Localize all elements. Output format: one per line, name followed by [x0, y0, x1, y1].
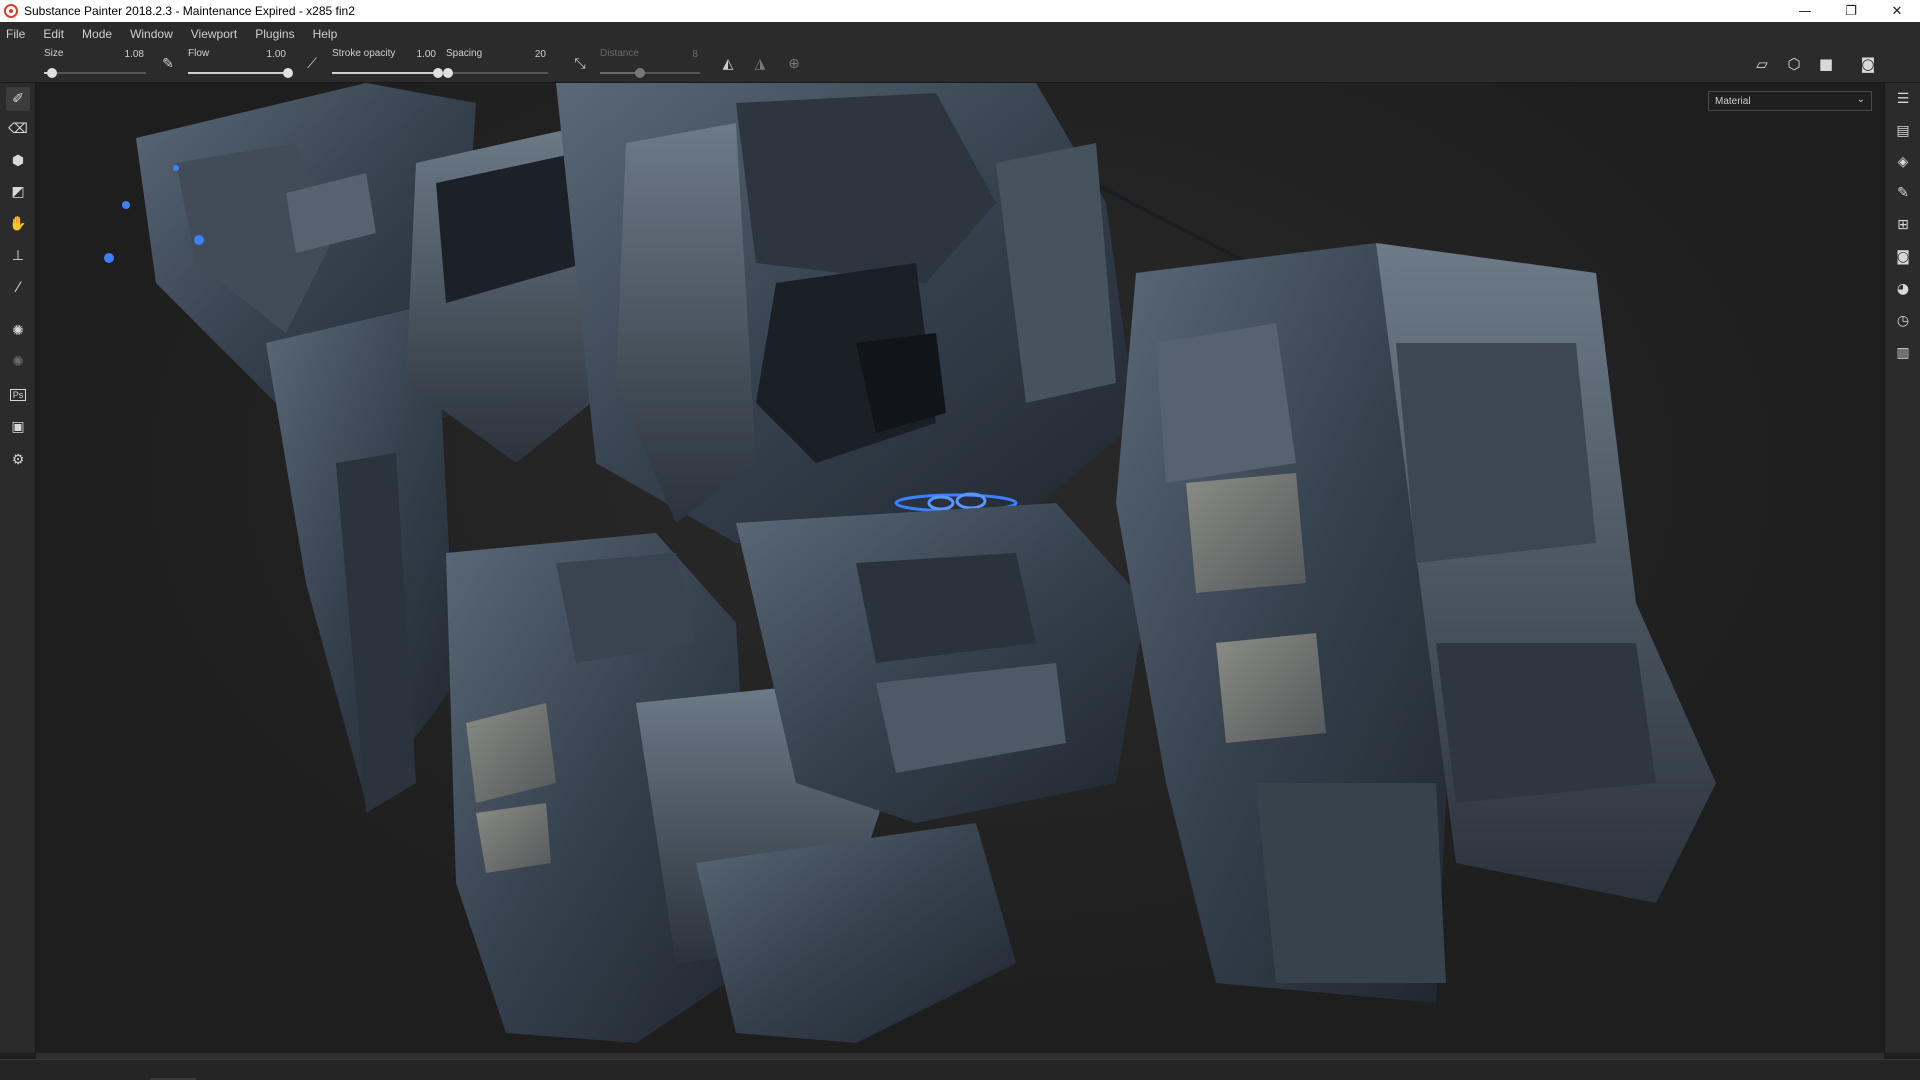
right-leg-part — [1116, 243, 1716, 1003]
flow-label: Flow — [188, 48, 210, 59]
viewport-2d-icon[interactable]: ▱ — [1750, 52, 1774, 76]
texture-set-icon[interactable]: ▤ — [1891, 119, 1915, 143]
flow-track[interactable] — [188, 68, 293, 78]
3d-viewport[interactable]: Material ⌄ — [36, 83, 1884, 1053]
menu-plugins[interactable]: Plugins — [255, 27, 294, 41]
restore-button[interactable]: ❐ — [1828, 0, 1874, 22]
photoshop-export-icon[interactable]: Ps — [6, 383, 30, 407]
stroke-opacity-value[interactable]: 1.00 — [417, 49, 436, 60]
screenshot-icon[interactable]: ◙ — [1856, 52, 1880, 76]
iray-icon[interactable]: ✺ — [6, 350, 30, 374]
distance-label: Distance — [600, 48, 639, 59]
clone-icon[interactable]: ⊥ — [6, 244, 30, 268]
stroke-opacity-slider[interactable]: Stroke opacity 1.00 — [332, 46, 443, 83]
substance-painter-window: Substance Painter 2018.2.3 - Maintenance… — [0, 0, 1920, 1080]
menu-help[interactable]: Help — [313, 27, 338, 41]
size-track[interactable] — [44, 68, 146, 78]
symmetry-icon[interactable]: ◭ — [718, 54, 738, 74]
right-toolbar: ☰ ▤ ◈ ✎ ⊞ ◙ ◕ ◷ ▥ — [1884, 83, 1920, 1053]
menu-viewport[interactable]: Viewport — [191, 27, 237, 41]
display-mode-value: Material — [1715, 95, 1751, 107]
size-value[interactable]: 1.08 — [125, 49, 144, 60]
menu-edit[interactable]: Edit — [43, 27, 64, 41]
shader-settings-icon[interactable]: ◕ — [1891, 277, 1915, 301]
symmetry-mirror-icon[interactable]: ◮ — [750, 54, 770, 74]
brush-shape-icon[interactable]: ✎ — [158, 54, 178, 74]
menu-mode[interactable]: Mode — [82, 27, 112, 41]
status-bar — [0, 1059, 1920, 1080]
color-picker-icon[interactable]: ⁄ — [6, 276, 30, 300]
title-bar: Substance Painter 2018.2.3 - Maintenance… — [0, 0, 1920, 22]
eraser-icon[interactable]: ⌫ — [6, 117, 30, 141]
pen-pressure-icon[interactable]: ⟋ — [302, 54, 322, 74]
layers-panel-icon[interactable]: ☰ — [1891, 87, 1915, 111]
menu-bar: File Edit Mode Window Viewport Plugins H… — [0, 22, 1920, 46]
polygon-fill-icon[interactable]: ◩ — [6, 180, 30, 204]
torso-part — [556, 83, 1136, 543]
export-icon[interactable]: ▣ — [6, 415, 30, 439]
close-button[interactable]: ✕ — [1874, 0, 1920, 22]
menu-file[interactable]: File — [6, 27, 25, 41]
stroke-opacity-handle[interactable] — [433, 68, 443, 78]
spacing-value[interactable]: 20 — [535, 49, 546, 60]
settings-icon[interactable]: ⚙ — [6, 448, 30, 472]
layer-stack-icon[interactable]: ◈ — [1891, 150, 1915, 174]
history-icon[interactable]: ◷ — [1891, 309, 1915, 333]
size-handle[interactable] — [47, 68, 58, 78]
stroke-opacity-label: Stroke opacity — [332, 48, 396, 59]
distance-value: 8 — [692, 49, 698, 60]
lazy-mouse-icon[interactable]: ⤡ — [570, 54, 590, 74]
size-label: Size — [44, 48, 64, 59]
projection-icon[interactable]: ⬢ — [6, 149, 30, 173]
bake-icon[interactable]: ✺ — [6, 319, 30, 343]
stroke-opacity-track[interactable] — [332, 68, 443, 78]
shelf-icon[interactable]: ⊞ — [1891, 213, 1915, 237]
menu-window[interactable]: Window — [130, 27, 173, 41]
mech-model-render[interactable] — [36, 83, 1884, 1053]
spacing-slider[interactable]: Spacing 20 — [443, 46, 548, 83]
log-icon[interactable]: ▥ — [1891, 341, 1915, 365]
spacing-track[interactable] — [443, 68, 548, 78]
distance-slider: Distance 8 — [600, 46, 700, 83]
properties-icon[interactable]: ✎ — [1891, 181, 1915, 205]
tool-properties-bar: Size 1.08 ✎ Flow 1.00 ⟋ Stroke opacity 1… — [0, 46, 1920, 83]
distance-track — [600, 68, 700, 78]
spacing-handle[interactable] — [443, 68, 454, 78]
minimize-button[interactable]: — — [1782, 0, 1828, 22]
distance-handle — [635, 68, 645, 78]
display-settings-icon[interactable]: ◙ — [1891, 245, 1915, 269]
pelvis-part — [736, 503, 1146, 823]
viewport-display-mode-select[interactable]: Material ⌄ — [1708, 91, 1872, 111]
flow-handle[interactable] — [283, 68, 293, 78]
spacing-label: Spacing — [446, 48, 483, 59]
window-title: Substance Painter 2018.2.3 - Maintenance… — [24, 4, 355, 18]
chevron-down-icon: ⌄ — [1856, 94, 1865, 105]
paint-brush-icon[interactable]: ✐ — [6, 87, 30, 111]
viewport-3d-icon[interactable]: ⬡ — [1782, 52, 1806, 76]
smudge-icon[interactable]: ✋ — [6, 212, 30, 236]
app-logo-icon — [4, 4, 18, 18]
camera-icon[interactable]: ■ — [1814, 52, 1838, 76]
flow-value[interactable]: 1.00 — [267, 49, 286, 60]
size-slider[interactable]: Size 1.08 — [44, 46, 146, 83]
flow-slider[interactable]: Flow 1.00 — [188, 46, 293, 83]
left-toolbar: ✐ ⌫ ⬢ ◩ ✋ ⊥ ⁄ ✺ ✺ Ps ▣ ⚙ — [0, 83, 36, 1053]
symmetry-axis-icon[interactable]: ⊕ — [784, 54, 804, 74]
